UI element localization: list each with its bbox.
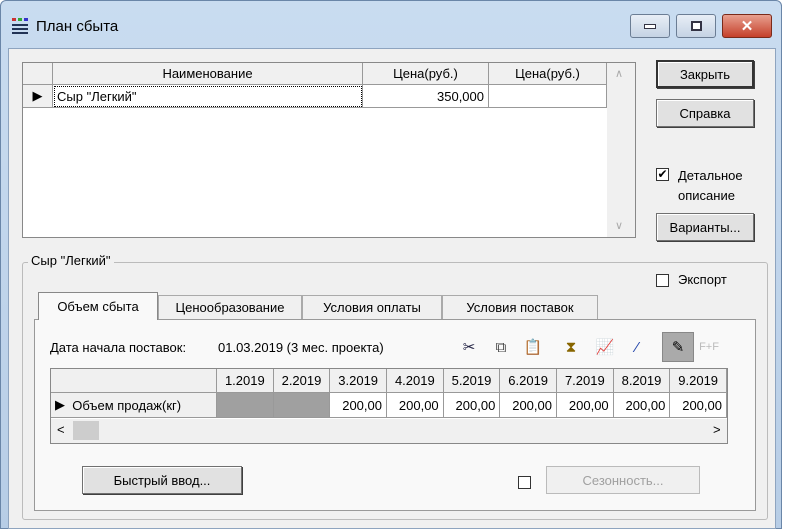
volume-cell[interactable]: 200,00 xyxy=(330,393,387,418)
column-header-price-2[interactable]: Цена(руб.) xyxy=(489,63,607,85)
column-header-name[interactable]: Наименование xyxy=(53,63,363,85)
formula-icon[interactable]: F+F xyxy=(698,336,720,358)
tab-delivery-terms[interactable]: Условия поставок xyxy=(442,295,598,319)
month-header: 2.2019 xyxy=(273,369,331,393)
window-title: План сбыта xyxy=(36,18,119,35)
volume-cell[interactable]: 200,00 xyxy=(443,393,501,418)
row-indicator-header xyxy=(23,63,53,85)
quick-input-button[interactable]: Быстрый ввод... xyxy=(82,466,242,494)
scrollbar-thumb[interactable] xyxy=(73,421,99,440)
paste-icon[interactable]: 📋 xyxy=(522,336,544,358)
pen-icon[interactable]: ✎ xyxy=(662,332,694,362)
volume-table[interactable]: ▶ Объем продаж(кг) < > 1.2019 2.2019 3.201… xyxy=(50,368,728,444)
month-header: 7.2019 xyxy=(557,369,614,393)
product-price-cell[interactable]: 350,000 xyxy=(363,85,489,108)
corner-header xyxy=(51,369,217,393)
app-icon xyxy=(10,16,30,36)
hourglass-icon[interactable]: ⧗ xyxy=(560,336,582,358)
close-icon: ✕ xyxy=(740,18,754,35)
variants-button[interactable]: Варианты... xyxy=(656,213,754,241)
scroll-left-icon[interactable]: < xyxy=(57,422,65,437)
maximize-button[interactable] xyxy=(676,14,716,38)
close-button-label: Закрыть xyxy=(679,66,731,82)
tab-payment-terms[interactable]: Условия оплаты xyxy=(302,295,442,319)
close-window-button[interactable]: ✕ xyxy=(722,14,772,38)
help-button[interactable]: Справка xyxy=(656,99,754,127)
volume-cell[interactable]: 200,00 xyxy=(613,393,671,418)
month-header: 5.2019 xyxy=(443,369,501,393)
detail-checkbox-label: Детальное описание xyxy=(678,168,743,203)
month-header: 1.2019 xyxy=(217,369,274,393)
current-row-indicator-icon: ▶ xyxy=(55,397,73,412)
variants-button-label: Варианты... xyxy=(669,219,741,235)
export-checkbox-label: Экспорт xyxy=(678,272,727,287)
export-checkbox[interactable] xyxy=(656,274,669,287)
product-name-cell[interactable]: Сыр "Легкий" xyxy=(53,85,363,108)
tab-pricing[interactable]: Ценообразование xyxy=(158,295,302,319)
volume-cell[interactable]: 200,00 xyxy=(557,393,614,418)
volume-cell[interactable] xyxy=(217,393,274,418)
maximize-icon xyxy=(690,21,702,31)
horizontal-scrollbar[interactable]: < > xyxy=(51,419,727,443)
scroll-up-icon[interactable]: ∧ xyxy=(615,67,623,80)
month-header: 6.2019 xyxy=(500,369,557,393)
products-table[interactable]: Наименование Цена(руб.) Цена(руб.) ▶ Сыр… xyxy=(22,62,636,238)
month-header: 3.2019 xyxy=(330,369,387,393)
group-title: Сыр "Легкий" xyxy=(28,253,114,268)
scroll-down-icon[interactable]: ∨ xyxy=(615,219,623,232)
close-button[interactable]: Закрыть xyxy=(656,60,754,88)
product-price2-cell[interactable] xyxy=(489,85,607,108)
minimize-icon xyxy=(644,23,656,29)
row-header-sales-volume: ▶ Объем продаж(кг) xyxy=(51,393,217,418)
help-button-label: Справка xyxy=(679,105,731,121)
start-date-label: Дата начала поставок: xyxy=(50,340,187,355)
trend-line-icon[interactable]: ⁄ xyxy=(626,336,648,358)
month-header: 8.2019 xyxy=(613,369,671,393)
volume-cell[interactable]: 200,00 xyxy=(500,393,557,418)
volume-cell[interactable]: 200,00 xyxy=(387,393,444,418)
month-header: 4.2019 xyxy=(387,369,444,393)
chart-icon[interactable]: 📈 xyxy=(594,336,616,358)
tab-sales-volume[interactable]: Объем сбыта xyxy=(38,292,158,320)
minimize-button[interactable] xyxy=(630,14,670,38)
cut-icon[interactable]: ✂ xyxy=(458,336,480,358)
seasonality-label: Сезонность... xyxy=(582,472,664,488)
copy-icon[interactable]: ⧉ xyxy=(490,336,512,358)
quick-input-label: Быстрый ввод... xyxy=(113,472,211,488)
volume-cell[interactable]: 200,00 xyxy=(670,393,727,418)
detail-checkbox[interactable]: ✔ xyxy=(656,168,669,181)
seasonality-checkbox[interactable] xyxy=(518,476,531,489)
volume-cell[interactable] xyxy=(273,393,331,418)
start-date-value: 01.03.2019 (3 мес. проекта) xyxy=(218,340,384,355)
month-header: 9.2019 xyxy=(670,369,727,393)
seasonality-button: Сезонность... xyxy=(546,466,700,494)
current-row-indicator-icon: ▶ xyxy=(23,85,53,108)
vertical-scrollbar[interactable]: ∧ ∨ xyxy=(607,63,635,237)
scroll-right-icon[interactable]: > xyxy=(713,422,721,437)
column-header-price[interactable]: Цена(руб.) xyxy=(363,63,489,85)
row-label: Объем продаж(кг) xyxy=(72,397,182,413)
